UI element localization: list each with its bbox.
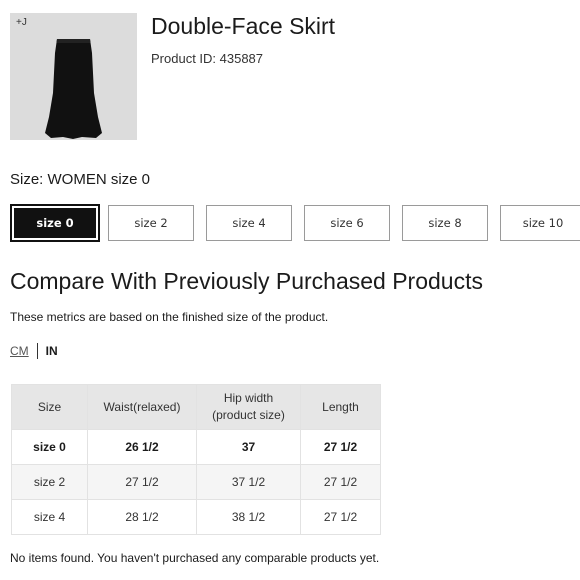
product-thumbnail: +J <box>10 13 137 140</box>
size-option-0[interactable]: size 0 <box>10 204 100 242</box>
cell-size: size 0 <box>11 429 88 465</box>
table-row: size 2 27 1/2 37 1/2 27 1/2 <box>11 464 381 500</box>
cell-hip: 38 1/2 <box>196 499 301 535</box>
header-hip-line2: (product size) <box>212 408 285 422</box>
header-length: Length <box>300 384 381 430</box>
empty-state-message: No items found. You haven't purchased an… <box>10 551 380 565</box>
unit-divider <box>36 343 38 359</box>
cell-length: 27 1/2 <box>300 499 381 535</box>
table-header-row: Size Waist(relaxed) Hip width (product s… <box>11 384 381 430</box>
table-row: size 4 28 1/2 38 1/2 27 1/2 <box>11 499 381 535</box>
cell-size: size 2 <box>11 464 88 500</box>
header-waist: Waist(relaxed) <box>87 384 197 430</box>
cell-waist: 27 1/2 <box>87 464 197 500</box>
size-comparison-table: Size Waist(relaxed) Hip width (product s… <box>11 384 381 535</box>
metrics-note: These metrics are based on the finished … <box>10 310 329 324</box>
header-hip-line1: Hip width <box>223 391 274 406</box>
cell-waist: 28 1/2 <box>87 499 197 535</box>
cell-hip: 37 1/2 <box>196 464 301 500</box>
unit-cm-link[interactable]: CM <box>10 344 29 358</box>
size-option-10[interactable]: size 10 <box>500 205 580 241</box>
cell-hip: 37 <box>196 429 301 465</box>
size-option-4[interactable]: size 4 <box>206 205 292 241</box>
header-hip-width: Hip width (product size) <box>196 384 301 430</box>
cell-length: 27 1/2 <box>300 429 381 465</box>
table-row: size 0 26 1/2 37 27 1/2 <box>11 429 381 465</box>
compare-heading: Compare With Previously Purchased Produc… <box>10 268 483 294</box>
unit-in-link[interactable]: IN <box>46 344 58 358</box>
size-options: size 0 size 2 size 4 size 6 size 8 size … <box>10 204 580 243</box>
cell-size: size 4 <box>11 499 88 535</box>
product-title: Double-Face Skirt <box>151 13 336 39</box>
cell-waist: 26 1/2 <box>87 429 197 465</box>
size-option-8[interactable]: size 8 <box>402 205 488 241</box>
skirt-image <box>45 39 102 139</box>
unit-toggle: CM IN <box>10 343 58 359</box>
product-id: Product ID: 435887 <box>151 51 264 66</box>
size-selection-label: Size: WOMEN size 0 <box>10 171 151 188</box>
size-option-2[interactable]: size 2 <box>108 205 194 241</box>
header-size: Size <box>11 384 88 430</box>
cell-length: 27 1/2 <box>300 464 381 500</box>
size-option-6[interactable]: size 6 <box>304 205 390 241</box>
